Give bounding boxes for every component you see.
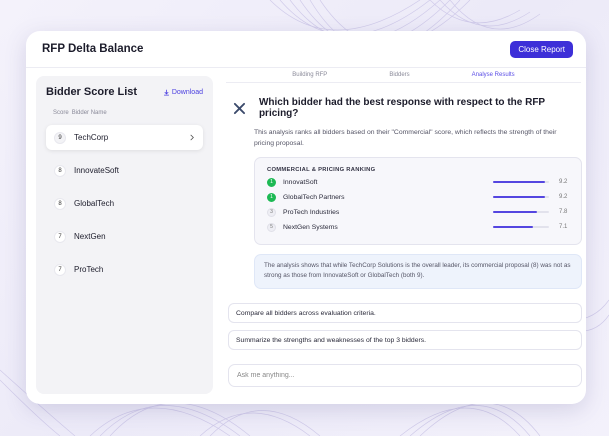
bidder-item-protech[interactable]: 7 ProTech bbox=[46, 257, 203, 282]
ranking-row: 1 InnovatSoft 9.2 bbox=[267, 176, 569, 188]
score-badge: 9 bbox=[54, 131, 66, 144]
rank-value: 7.8 bbox=[559, 209, 568, 215]
bidder-sidebar: Bidder Score List Download Score Bidder … bbox=[36, 76, 213, 394]
score-bar-fill bbox=[493, 225, 533, 229]
download-label: Download bbox=[171, 88, 203, 96]
score-bar bbox=[493, 225, 549, 229]
column-header: Score Bidder Name bbox=[46, 110, 203, 116]
download-icon bbox=[163, 89, 169, 96]
rank-name: NextGen Systems bbox=[283, 223, 338, 231]
score-badge: 8 bbox=[54, 164, 66, 177]
score-bar-fill bbox=[493, 210, 537, 214]
rank-value: 9.2 bbox=[559, 179, 568, 185]
bidder-name: GlobalTech bbox=[74, 199, 115, 208]
bidder-item-nextgen[interactable]: 7 NextGen bbox=[46, 224, 203, 249]
rank-badge: 3 bbox=[267, 207, 276, 217]
question-header: Which bidder had the best response with … bbox=[233, 97, 586, 119]
step-tabs: Building RFP Bidders Analyse Results bbox=[221, 68, 586, 82]
question-text: Which bidder had the best response with … bbox=[258, 97, 545, 119]
bidder-name: NextGen bbox=[74, 232, 106, 241]
bidder-item-techcorp[interactable]: 9 TechCorp bbox=[46, 125, 203, 150]
analysis-panel: Building RFP Bidders Analyse Results Whi… bbox=[221, 68, 586, 404]
bidder-name: ProTech bbox=[74, 265, 104, 274]
rank-name: InnovatSoft bbox=[283, 178, 318, 186]
rank-badge: 5 bbox=[267, 222, 276, 232]
download-link[interactable]: Download bbox=[163, 89, 203, 96]
rank-name: GlobalTech Partners bbox=[283, 193, 345, 201]
score-bar bbox=[493, 210, 549, 214]
tab-bidders[interactable]: Bidders bbox=[389, 72, 409, 82]
ranking-row: 5 NextGen Systems 7.1 bbox=[267, 221, 569, 233]
suggestion-compare[interactable]: Compare all bidders across evaluation cr… bbox=[228, 303, 582, 323]
rank-badge: 1 bbox=[267, 177, 276, 187]
col-name: Bidder Name bbox=[71, 110, 107, 116]
rank-value: 7.1 bbox=[559, 224, 568, 230]
rank-badge: 1 bbox=[267, 192, 276, 202]
analysis-icon bbox=[233, 102, 246, 114]
ranking-row: 3 ProTech Industries 7.8 bbox=[267, 206, 569, 218]
rank-name: ProTech Industries bbox=[283, 208, 340, 216]
rank-value: 9.2 bbox=[559, 194, 568, 200]
sidebar-title: Bidder Score List bbox=[46, 86, 138, 98]
tab-divider bbox=[226, 82, 581, 83]
chevron-right-icon bbox=[190, 134, 194, 141]
sidebar-header: Bidder Score List Download bbox=[46, 86, 203, 98]
bidder-list: 9 TechCorp 8 InnovateSoft 8 GlobalTech 7… bbox=[46, 125, 203, 282]
chat-input[interactable] bbox=[228, 364, 582, 387]
ranking-card: COMMERCIAL & PRICING RANKING 1 InnovatSo… bbox=[254, 157, 582, 245]
score-badge: 7 bbox=[54, 263, 66, 276]
col-score: Score bbox=[53, 110, 69, 116]
score-badge: 7 bbox=[54, 230, 66, 243]
tab-analyse-results[interactable]: Analyse Results bbox=[472, 72, 515, 82]
analysis-description: This analysis ranks all bidders based on… bbox=[254, 129, 557, 147]
bidder-name: TechCorp bbox=[74, 133, 109, 142]
ranking-title: COMMERCIAL & PRICING RANKING bbox=[267, 167, 376, 173]
bidder-item-globaltech[interactable]: 8 GlobalTech bbox=[46, 191, 203, 216]
bidder-item-innovatesoft[interactable]: 8 InnovateSoft bbox=[46, 158, 203, 183]
ranking-row: 1 GlobalTech Partners 9.2 bbox=[267, 191, 569, 203]
app-title: RFP Delta Balance bbox=[42, 43, 144, 55]
bidder-name: InnovateSoft bbox=[74, 166, 119, 175]
suggestion-summarize[interactable]: Summarize the strengths and weaknesses o… bbox=[228, 330, 582, 350]
score-bar-fill bbox=[493, 195, 545, 199]
title-bar: RFP Delta Balance Close Report bbox=[26, 31, 586, 68]
tab-building-rfp[interactable]: Building RFP bbox=[292, 72, 327, 82]
score-badge: 8 bbox=[54, 197, 66, 210]
report-window: RFP Delta Balance Close Report Bidder Sc… bbox=[26, 31, 586, 404]
analysis-note: The analysis shows that while TechCorp S… bbox=[254, 254, 582, 289]
score-bar-fill bbox=[493, 180, 545, 184]
score-bar bbox=[493, 195, 549, 199]
score-bar bbox=[493, 180, 549, 184]
close-report-button[interactable]: Close Report bbox=[510, 40, 573, 58]
